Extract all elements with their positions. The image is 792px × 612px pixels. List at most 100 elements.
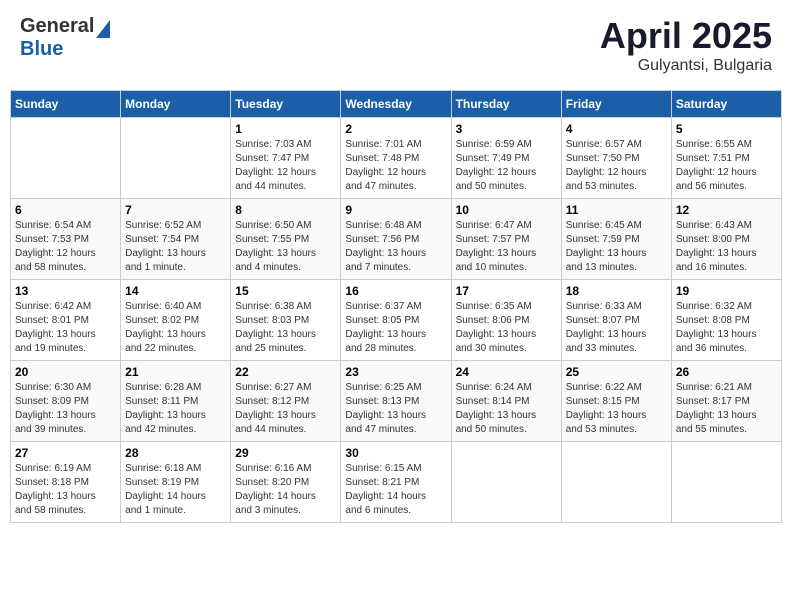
day-number: 30 <box>345 446 446 460</box>
calendar-week-row: 27 Sunrise: 6:19 AM Sunset: 8:18 PM Dayli… <box>11 442 782 523</box>
day-number: 12 <box>676 203 777 217</box>
day-number: 11 <box>566 203 667 217</box>
day-info: Sunrise: 6:19 AM Sunset: 8:18 PM Dayligh… <box>15 462 116 518</box>
day-info: Sunrise: 6:22 AM Sunset: 8:15 PM Dayligh… <box>566 381 667 437</box>
calendar-cell <box>451 442 561 523</box>
calendar-cell: 24Sunrise: 6:24 AM Sunset: 8:14 PM Dayli… <box>451 361 561 442</box>
logo-general-text: General <box>20 15 94 38</box>
weekday-header: Wednesday <box>341 91 451 118</box>
day-info: Sunrise: 6:32 AM Sunset: 8:08 PM Dayligh… <box>676 300 777 356</box>
calendar-cell: 29 Sunrise: 6:16 AM Sunset: 8:20 PM Dayli… <box>231 442 341 523</box>
weekday-header: Monday <box>121 91 231 118</box>
weekday-header: Sunday <box>11 91 121 118</box>
day-info: Sunrise: 6:52 AM Sunset: 7:54 PM Dayligh… <box>125 219 226 275</box>
day-info: Sunrise: 6:55 AM Sunset: 7:51 PM Dayligh… <box>676 138 777 194</box>
calendar-cell: 4 Sunrise: 6:57 AM Sunset: 7:50 PM Daylig… <box>561 118 671 199</box>
calendar-cell: 20Sunrise: 6:30 AM Sunset: 8:09 PM Dayli… <box>11 361 121 442</box>
calendar-cell: 3Sunrise: 6:59 AM Sunset: 7:49 PM Daylig… <box>451 118 561 199</box>
day-number: 21 <box>125 365 226 379</box>
calendar-cell: 5 Sunrise: 6:55 AM Sunset: 7:51 PM Daylig… <box>671 118 781 199</box>
day-number: 27 <box>15 446 116 460</box>
title-block: April 2025 Gulyantsi, Bulgaria <box>600 15 772 75</box>
day-info: Sunrise: 6:37 AM Sunset: 8:05 PM Dayligh… <box>345 300 446 356</box>
day-info: Sunrise: 6:35 AM Sunset: 8:06 PM Dayligh… <box>456 300 557 356</box>
calendar-cell: 23 Sunrise: 6:25 AM Sunset: 8:13 PM Dayli… <box>341 361 451 442</box>
day-info: Sunrise: 6:47 AM Sunset: 7:57 PM Dayligh… <box>456 219 557 275</box>
calendar-cell: 13 Sunrise: 6:42 AM Sunset: 8:01 PM Dayli… <box>11 280 121 361</box>
day-info: Sunrise: 6:38 AM Sunset: 8:03 PM Dayligh… <box>235 300 336 356</box>
day-number: 17 <box>456 284 557 298</box>
calendar-cell: 25Sunrise: 6:22 AM Sunset: 8:15 PM Dayli… <box>561 361 671 442</box>
calendar-cell: 27 Sunrise: 6:19 AM Sunset: 8:18 PM Dayli… <box>11 442 121 523</box>
day-number: 4 <box>566 122 667 136</box>
day-info: Sunrise: 6:45 AM Sunset: 7:59 PM Dayligh… <box>566 219 667 275</box>
day-info: Sunrise: 6:42 AM Sunset: 8:01 PM Dayligh… <box>15 300 116 356</box>
day-number: 8 <box>235 203 336 217</box>
logo: General Blue <box>20 15 110 61</box>
calendar-cell: 16Sunrise: 6:37 AM Sunset: 8:05 PM Dayli… <box>341 280 451 361</box>
day-info: Sunrise: 6:40 AM Sunset: 8:02 PM Dayligh… <box>125 300 226 356</box>
calendar-cell: 30 Sunrise: 6:15 AM Sunset: 8:21 PM Dayli… <box>341 442 451 523</box>
weekday-header: Saturday <box>671 91 781 118</box>
day-info: Sunrise: 6:18 AM Sunset: 8:19 PM Dayligh… <box>125 462 226 518</box>
day-info: Sunrise: 6:16 AM Sunset: 8:20 PM Dayligh… <box>235 462 336 518</box>
weekday-header: Tuesday <box>231 91 341 118</box>
calendar-cell: 8 Sunrise: 6:50 AM Sunset: 7:55 PM Daylig… <box>231 199 341 280</box>
day-number: 5 <box>676 122 777 136</box>
calendar-cell: 18Sunrise: 6:33 AM Sunset: 8:07 PM Dayli… <box>561 280 671 361</box>
location-title: Gulyantsi, Bulgaria <box>600 57 772 75</box>
day-number: 6 <box>15 203 116 217</box>
day-info: Sunrise: 6:59 AM Sunset: 7:49 PM Dayligh… <box>456 138 557 194</box>
day-info: Sunrise: 7:01 AM Sunset: 7:48 PM Dayligh… <box>345 138 446 194</box>
day-info: Sunrise: 6:43 AM Sunset: 8:00 PM Dayligh… <box>676 219 777 275</box>
day-number: 10 <box>456 203 557 217</box>
day-number: 26 <box>676 365 777 379</box>
day-info: Sunrise: 6:54 AM Sunset: 7:53 PM Dayligh… <box>15 219 116 275</box>
calendar-week-row: 6 Sunrise: 6:54 AM Sunset: 7:53 PM Daylig… <box>11 199 782 280</box>
day-info: Sunrise: 6:25 AM Sunset: 8:13 PM Dayligh… <box>345 381 446 437</box>
calendar-cell: 6 Sunrise: 6:54 AM Sunset: 7:53 PM Daylig… <box>11 199 121 280</box>
day-info: Sunrise: 6:27 AM Sunset: 8:12 PM Dayligh… <box>235 381 336 437</box>
calendar-week-row: 1Sunrise: 7:03 AM Sunset: 7:47 PM Daylig… <box>11 118 782 199</box>
calendar-cell: 7 Sunrise: 6:52 AM Sunset: 7:54 PM Daylig… <box>121 199 231 280</box>
day-number: 2 <box>345 122 446 136</box>
weekday-header: Friday <box>561 91 671 118</box>
day-info: Sunrise: 6:48 AM Sunset: 7:56 PM Dayligh… <box>345 219 446 275</box>
day-number: 23 <box>345 365 446 379</box>
calendar-cell: 28 Sunrise: 6:18 AM Sunset: 8:19 PM Dayli… <box>121 442 231 523</box>
calendar-cell <box>11 118 121 199</box>
day-info: Sunrise: 6:21 AM Sunset: 8:17 PM Dayligh… <box>676 381 777 437</box>
weekday-header-row: SundayMondayTuesdayWednesdayThursdayFrid… <box>11 91 782 118</box>
calendar-cell: 10 Sunrise: 6:47 AM Sunset: 7:57 PM Dayli… <box>451 199 561 280</box>
day-info: Sunrise: 6:50 AM Sunset: 7:55 PM Dayligh… <box>235 219 336 275</box>
day-number: 29 <box>235 446 336 460</box>
day-info: Sunrise: 6:57 AM Sunset: 7:50 PM Dayligh… <box>566 138 667 194</box>
day-info: Sunrise: 6:30 AM Sunset: 8:09 PM Dayligh… <box>15 381 116 437</box>
month-title: April 2025 <box>600 15 772 57</box>
day-number: 15 <box>235 284 336 298</box>
calendar-cell: 1Sunrise: 7:03 AM Sunset: 7:47 PM Daylig… <box>231 118 341 199</box>
day-number: 9 <box>345 203 446 217</box>
day-number: 22 <box>235 365 336 379</box>
day-info: Sunrise: 7:03 AM Sunset: 7:47 PM Dayligh… <box>235 138 336 194</box>
calendar-cell: 15 Sunrise: 6:38 AM Sunset: 8:03 PM Dayli… <box>231 280 341 361</box>
logo-arrow-icon <box>96 20 110 38</box>
calendar-cell: 21 Sunrise: 6:28 AM Sunset: 8:11 PM Dayli… <box>121 361 231 442</box>
day-number: 18 <box>566 284 667 298</box>
calendar-cell: 14Sunrise: 6:40 AM Sunset: 8:02 PM Dayli… <box>121 280 231 361</box>
day-number: 7 <box>125 203 226 217</box>
calendar-cell: 2 Sunrise: 7:01 AM Sunset: 7:48 PM Daylig… <box>341 118 451 199</box>
calendar-cell: 19 Sunrise: 6:32 AM Sunset: 8:08 PM Dayli… <box>671 280 781 361</box>
day-info: Sunrise: 6:28 AM Sunset: 8:11 PM Dayligh… <box>125 381 226 437</box>
calendar-cell: 17 Sunrise: 6:35 AM Sunset: 8:06 PM Dayli… <box>451 280 561 361</box>
calendar-cell <box>561 442 671 523</box>
day-info: Sunrise: 6:15 AM Sunset: 8:21 PM Dayligh… <box>345 462 446 518</box>
day-number: 28 <box>125 446 226 460</box>
day-number: 19 <box>676 284 777 298</box>
day-number: 24 <box>456 365 557 379</box>
page-header: General Blue April 2025 Gulyantsi, Bulga… <box>10 10 782 80</box>
day-number: 13 <box>15 284 116 298</box>
calendar-cell <box>121 118 231 199</box>
calendar-week-row: 20Sunrise: 6:30 AM Sunset: 8:09 PM Dayli… <box>11 361 782 442</box>
calendar-cell: 22 Sunrise: 6:27 AM Sunset: 8:12 PM Dayli… <box>231 361 341 442</box>
